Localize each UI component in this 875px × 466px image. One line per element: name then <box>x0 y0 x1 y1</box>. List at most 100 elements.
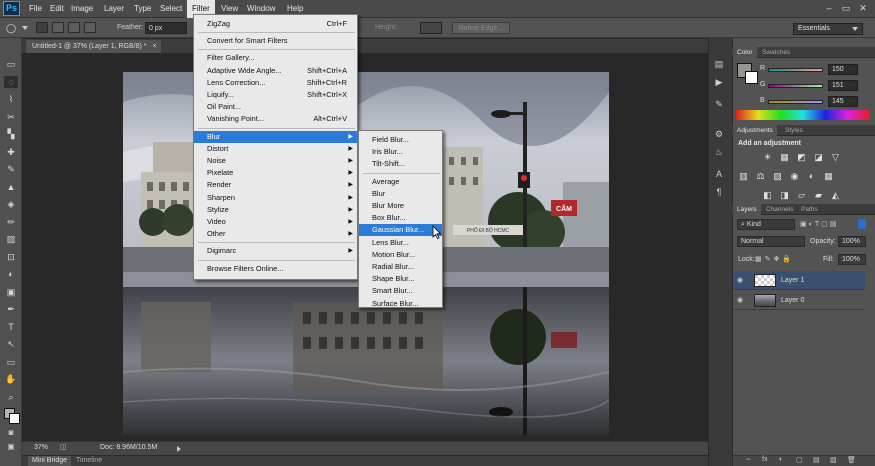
b-slider[interactable] <box>768 100 823 104</box>
menu-item-sharpen[interactable]: Sharpen ▶ <box>194 192 357 204</box>
tab-close-icon[interactable]: × <box>152 43 156 50</box>
gradient-tool-icon[interactable]: ⊡ <box>4 251 18 263</box>
filter-toggle[interactable] <box>858 219 866 229</box>
zoom-tool-icon[interactable]: ⌕ <box>4 391 18 403</box>
preset-chevron-icon[interactable] <box>22 26 28 31</box>
adjustment-icon[interactable]: ◭ <box>830 190 841 201</box>
dodge-tool-icon[interactable]: ◐ <box>4 268 18 280</box>
workspace-chevron-icon[interactable] <box>852 27 858 31</box>
new-layer-icon[interactable]: ▧ <box>830 456 837 464</box>
adjustment-icon[interactable]: ☀ <box>762 152 773 163</box>
adjustment-icon[interactable]: ▽ <box>830 152 841 163</box>
zoom-level[interactable]: 37% <box>34 443 54 453</box>
maximize-button[interactable]: ▭ <box>840 3 852 14</box>
menu-item-adaptive-wide-angle[interactable]: Adaptive Wide Angle... Shift+Ctrl+A <box>194 65 357 77</box>
menu-item-vanishing-point[interactable]: Vanishing Point... Alt+Ctrl+V <box>194 113 357 125</box>
menu-item-render[interactable]: Render ▶ <box>194 179 357 191</box>
menu-item-gaussian-blur[interactable]: Gaussian Blur... <box>359 224 442 237</box>
intersect-selection-icon[interactable] <box>84 22 96 33</box>
lasso-tool-icon[interactable]: ⌇ <box>4 93 18 105</box>
menu-item-blur[interactable]: Blur <box>359 188 442 200</box>
tab-mini-bridge[interactable]: Mini Bridge <box>28 456 72 466</box>
menu-item-liquify[interactable]: Liquify... Shift+Ctrl+X <box>194 89 357 101</box>
elliptical-marquee-tool-icon[interactable]: ◌ <box>4 75 18 88</box>
menu-item-distort[interactable]: Distort ▶ <box>194 143 357 155</box>
blur-tool-icon[interactable]: ▣ <box>4 286 18 298</box>
fill-input[interactable]: 100% <box>838 254 866 265</box>
new-group-icon[interactable]: ▤ <box>813 456 820 464</box>
menu-item-stylize[interactable]: Stylize ▶ <box>194 204 357 216</box>
menu-item-noise[interactable]: Noise ▶ <box>194 155 357 167</box>
history-brush-tool-icon[interactable]: ✏ <box>4 216 18 228</box>
layer-row[interactable]: ◉ Layer 1 <box>733 271 865 290</box>
eyedropper-tool-icon[interactable]: ✚ <box>4 146 18 158</box>
quick-select-tool-icon[interactable]: ▚ <box>4 128 18 140</box>
adjustment-icon[interactable]: ⚖ <box>755 171 766 182</box>
adjustment-layer-icon[interactable]: ▢ <box>796 456 803 464</box>
status-menu-icon[interactable]: ◫ <box>60 443 70 453</box>
menu-item-smart-blur[interactable]: Smart Blur... <box>359 285 442 297</box>
adjustment-icon[interactable]: ◧ <box>762 190 773 201</box>
layer-row[interactable]: ◉ Layer 0 <box>733 291 865 310</box>
lock-icons[interactable]: ▦✎✥🔒 <box>755 255 794 263</box>
layer-name[interactable]: Layer 0 <box>781 291 804 310</box>
adjustment-icon[interactable]: ◐ <box>806 171 817 182</box>
menu-item-lens-blur[interactable]: Lens Blur... <box>359 237 442 249</box>
menu-item-zigzag[interactable]: ZigZag Ctrl+F <box>194 18 357 30</box>
tab-timeline[interactable]: Timeline <box>72 456 106 466</box>
adjustment-icon[interactable]: ▥ <box>738 171 749 182</box>
type-tool-icon[interactable]: T <box>4 321 18 333</box>
document-tab[interactable]: Untitled-1 @ 37% (Layer 1, RGB/8) * × <box>26 40 161 53</box>
r-slider[interactable] <box>768 68 823 72</box>
layer-filter-icons[interactable]: ▣◐T▢▤ <box>800 220 838 228</box>
menu-item-pixelate[interactable]: Pixelate ▶ <box>194 167 357 179</box>
minimize-button[interactable]: – <box>823 3 835 14</box>
layer-name[interactable]: Layer 1 <box>781 271 804 290</box>
tab-styles[interactable]: Styles <box>781 125 807 136</box>
height-input[interactable] <box>420 22 442 34</box>
menu-type[interactable]: Type <box>129 0 156 18</box>
menu-item-surface-blur[interactable]: Surface Blur... <box>359 298 442 310</box>
path-selection-tool-icon[interactable]: ↖ <box>4 338 18 350</box>
menu-item-digimarc[interactable]: Digimarc ▶ <box>194 245 357 257</box>
clone-source-icon[interactable]: ♨ <box>713 146 725 158</box>
layer-kind-filter[interactable]: ⌕ Kind <box>737 219 795 230</box>
opacity-input[interactable]: 100% <box>838 236 866 247</box>
elliptical-marquee-preset-icon[interactable]: ◯ <box>6 22 20 34</box>
quick-mask-icon[interactable]: ◙ <box>4 428 18 438</box>
background-color-box[interactable] <box>745 71 758 84</box>
screen-mode-icon[interactable]: ▣ <box>4 442 18 452</box>
tab-adjustments[interactable]: Adjustments <box>733 125 777 136</box>
add-mask-icon[interactable]: ◐ <box>779 456 783 463</box>
visibility-eye-icon[interactable]: ◉ <box>737 291 743 310</box>
tab-paths[interactable]: Paths <box>797 204 822 215</box>
eraser-tool-icon[interactable]: ▨ <box>4 233 18 245</box>
menu-item-filter-gallery[interactable]: Filter Gallery... <box>194 52 357 64</box>
menu-item-blur-more[interactable]: Blur More <box>359 200 442 212</box>
adjustment-icon[interactable]: ▰ <box>813 190 824 201</box>
menu-item-box-blur[interactable]: Box Blur... <box>359 212 442 224</box>
g-value-input[interactable]: 151 <box>828 80 858 91</box>
menu-image[interactable]: Image <box>66 0 98 18</box>
status-arrow-icon[interactable] <box>177 446 182 452</box>
clone-stamp-tool-icon[interactable]: ◈ <box>4 198 18 210</box>
menu-item-convert-for-smart-filters[interactable]: Convert for Smart Filters <box>194 35 357 47</box>
brush-presets-icon[interactable]: ✎ <box>713 98 725 110</box>
menu-item-field-blur[interactable]: Field Blur... <box>359 134 442 146</box>
new-selection-icon[interactable] <box>36 22 48 33</box>
color-ramp[interactable] <box>736 110 870 120</box>
menu-item-average[interactable]: Average <box>359 176 442 188</box>
add-selection-icon[interactable] <box>52 22 64 33</box>
menu-item-tilt-shift[interactable]: Tilt-Shift... <box>359 158 442 170</box>
healing-brush-tool-icon[interactable]: ✎ <box>4 163 18 175</box>
tab-color[interactable]: Color <box>733 47 757 58</box>
adjustment-icon[interactable]: ◉ <box>789 171 800 182</box>
brush-tool-icon[interactable]: ▲ <box>4 181 18 193</box>
refine-edge-button[interactable]: Refine Edge... <box>452 22 510 34</box>
fx-icon[interactable]: fx <box>762 456 767 463</box>
menu-item-video[interactable]: Video ▶ <box>194 216 357 228</box>
background-color-swatch[interactable] <box>9 413 20 424</box>
menu-item-oil-paint[interactable]: Oil Paint... <box>194 101 357 113</box>
tab-channels[interactable]: Channels <box>762 204 797 215</box>
adjustment-icon[interactable]: ▨ <box>772 171 783 182</box>
